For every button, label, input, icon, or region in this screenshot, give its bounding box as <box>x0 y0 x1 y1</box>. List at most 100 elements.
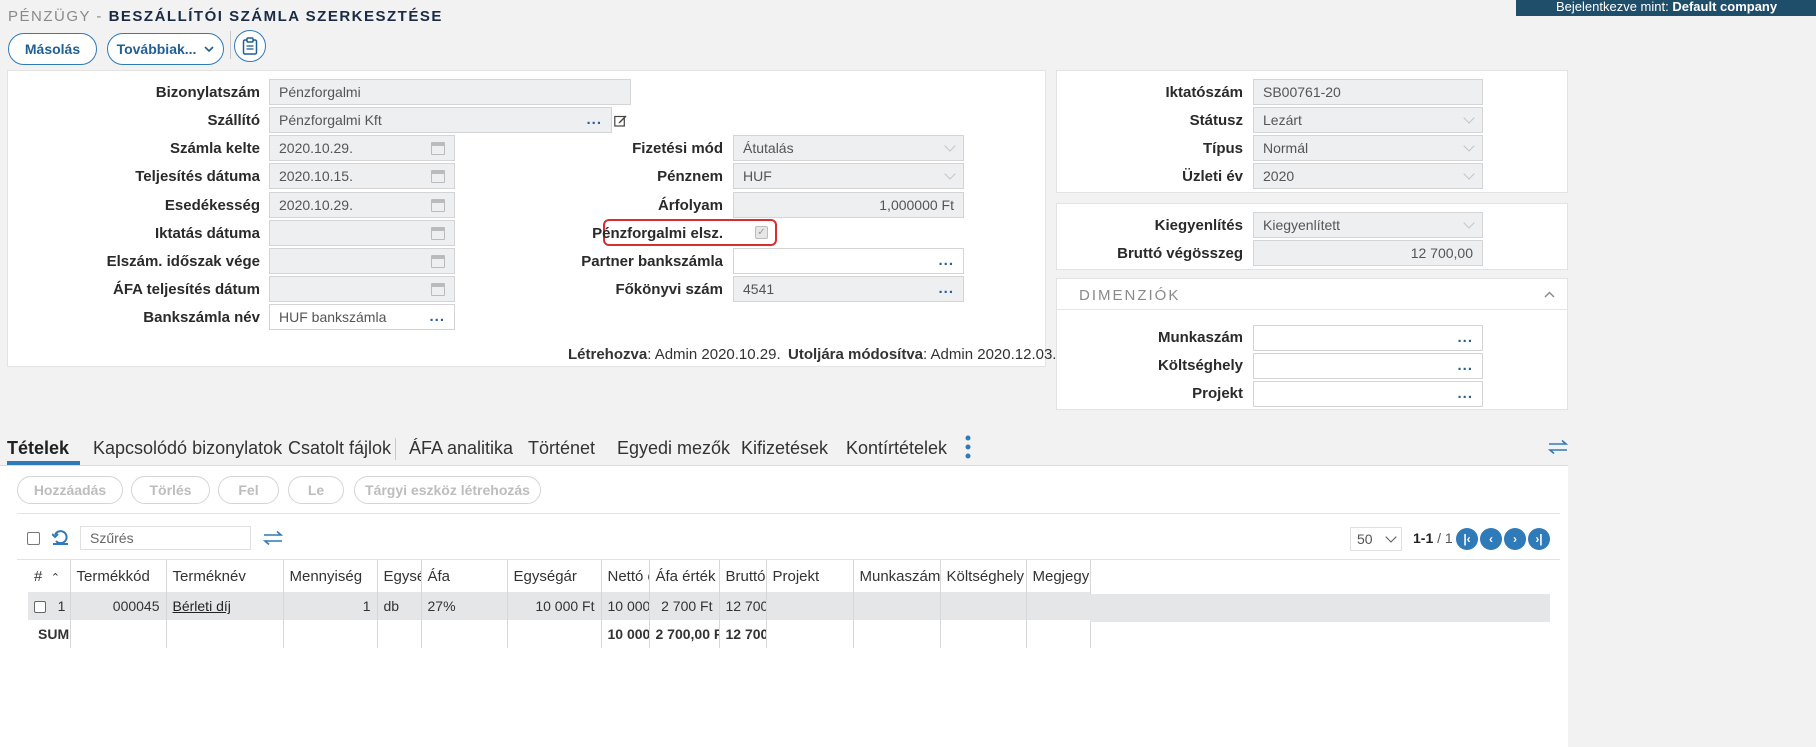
fokonyvi-szam-field[interactable]: 4541... <box>733 276 964 302</box>
calendar-icon[interactable] <box>431 198 445 212</box>
projekt-field[interactable]: ... <box>1253 381 1483 407</box>
column-header[interactable]: Megjegyz <box>1026 560 1091 592</box>
tab-afa-analitika[interactable]: ÁFA analitika <box>409 438 513 459</box>
column-header[interactable]: Termékkód <box>70 560 167 592</box>
column-swap-icon[interactable] <box>263 531 283 545</box>
uzleti-ev-label: Üzleti év <box>1182 168 1243 185</box>
column-header[interactable]: # ⌃ <box>28 560 71 592</box>
login-company: Default company <box>1672 0 1778 14</box>
more-actions-button[interactable]: Továbbiak... <box>107 33 224 65</box>
column-header[interactable]: Költséghely <box>940 560 1027 592</box>
calendar-icon[interactable] <box>431 169 445 183</box>
calendar-icon[interactable] <box>431 141 445 155</box>
kiegyenlites-select[interactable]: Kiegyenlített <box>1253 212 1483 238</box>
prev-page-button[interactable]: ‹ <box>1480 528 1502 550</box>
modified-label: Utoljára módosítva <box>788 346 924 363</box>
tipus-select[interactable]: Normál <box>1253 135 1483 161</box>
swap-icon[interactable] <box>1548 440 1568 454</box>
partner-bankszamla-field[interactable]: ... <box>733 248 964 274</box>
projekt-label: Projekt <box>1192 385 1243 402</box>
iktatoszam-field[interactable]: SB00761-20 <box>1253 79 1483 105</box>
column-header[interactable]: Egységár <box>507 560 602 592</box>
product-link[interactable]: Bérleti díj <box>173 598 231 614</box>
tab-kontirtetelek[interactable]: Kontírtételek <box>846 438 947 459</box>
lookup-dots-icon[interactable]: ... <box>938 281 954 296</box>
lookup-dots-icon[interactable]: ... <box>586 112 602 127</box>
filter-placeholder: Szűrés <box>90 530 134 546</box>
column-header[interactable]: Munkaszám <box>853 560 941 592</box>
afa-teljesites-datum-field[interactable] <box>269 276 455 302</box>
row-select-cell: 1 <box>28 592 71 620</box>
page-indicator: 1-1 / 1 <box>1413 530 1453 546</box>
tab-egyedi-mezok[interactable]: Egyedi mezők <box>617 438 730 459</box>
delete-item-button[interactable]: Törlés <box>131 476 210 504</box>
koltseghely-label: Költséghely <box>1157 357 1243 374</box>
calendar-icon[interactable] <box>431 226 445 240</box>
clipboard-button[interactable] <box>234 30 266 62</box>
select-all-checkbox[interactable] <box>27 532 40 545</box>
szallito-field[interactable]: Pénzforgalmi Kft... <box>269 107 612 133</box>
esedekesseg-value: 2020.10.29. <box>279 197 353 213</box>
esedekesseg-field[interactable]: 2020.10.29. <box>269 192 455 218</box>
column-header[interactable]: Bruttó <box>719 560 767 592</box>
munkaszam-field[interactable]: ... <box>1253 325 1483 351</box>
arfolyam-field[interactable]: 1,000000 Ft <box>733 192 964 218</box>
table-row[interactable]: 1 000045 Bérleti díj 1 db 27% 10 000 Ft … <box>28 592 1091 620</box>
dimensions-divider <box>1057 309 1567 310</box>
first-page-button[interactable]: |‹ <box>1456 528 1478 550</box>
lookup-dots-icon[interactable]: ... <box>1457 330 1473 345</box>
lookup-dots-icon[interactable]: ... <box>1457 358 1473 373</box>
create-asset-button[interactable]: Tárgyi eszköz létrehozás <box>354 476 541 504</box>
more-vertical-icon[interactable] <box>965 435 971 459</box>
sort-up-icon: ⌃ <box>50 571 60 584</box>
column-header[interactable]: Áfa <box>421 560 508 592</box>
tab-kapcsolodo-bizonylatok[interactable]: Kapcsolódó bizonylatok <box>93 438 282 459</box>
last-page-icon: ›| <box>1535 532 1543 546</box>
penzforgalmi-elsz-checkbox[interactable]: ✓ <box>755 226 768 239</box>
column-header[interactable]: Mennyiség <box>283 560 378 592</box>
chevron-down-icon <box>944 139 956 152</box>
koltseghely-field[interactable]: ... <box>1253 353 1483 379</box>
add-item-button[interactable]: Hozzáadás <box>17 476 123 504</box>
toolbar-divider <box>230 31 231 59</box>
elszam-idoszak-vege-field[interactable] <box>269 248 455 274</box>
tab-kifizetesek[interactable]: Kifizetések <box>741 438 828 459</box>
copy-button[interactable]: Másolás <box>8 33 97 65</box>
tab-tortenet[interactable]: Történet <box>528 438 595 459</box>
row-checkbox[interactable] <box>34 601 46 614</box>
move-down-button[interactable]: Le <box>288 476 344 504</box>
column-header[interactable]: Projekt <box>766 560 854 592</box>
brutto-vegosszeg-field[interactable]: 12 700,00 <box>1253 240 1483 266</box>
uzleti-ev-select[interactable]: 2020 <box>1253 163 1483 189</box>
next-page-button[interactable]: › <box>1504 528 1526 550</box>
edit-icon[interactable] <box>614 114 627 127</box>
teljesites-datuma-field[interactable]: 2020.10.15. <box>269 163 455 189</box>
filter-input[interactable]: Szűrés <box>80 526 251 550</box>
column-header[interactable]: Terméknév <box>166 560 284 592</box>
move-up-button[interactable]: Fel <box>218 476 279 504</box>
column-header[interactable]: Áfa érték <box>649 560 720 592</box>
lookup-dots-icon[interactable]: ... <box>1457 386 1473 401</box>
page-size-select[interactable]: 50 <box>1350 527 1402 551</box>
chevron-up-icon[interactable] <box>1544 291 1555 298</box>
penznem-select[interactable]: HUF <box>733 163 964 189</box>
fizetesi-mod-select[interactable]: Átutalás <box>733 135 964 161</box>
statusz-select[interactable]: Lezárt <box>1253 107 1483 133</box>
calendar-icon[interactable] <box>431 254 445 268</box>
tab-tetelek[interactable]: Tételek <box>7 438 69 459</box>
lookup-dots-icon[interactable]: ... <box>938 253 954 268</box>
arfolyam-value: 1,000000 Ft <box>879 197 954 213</box>
bizonylatszam-field[interactable]: Pénzforgalmi <box>269 79 631 105</box>
bankszamla-nev-field[interactable]: HUF bankszámla... <box>269 304 455 330</box>
szamla-kelte-field[interactable]: 2020.10.29. <box>269 135 455 161</box>
refresh-icon[interactable] <box>52 528 70 546</box>
tab-divider <box>395 438 396 460</box>
tab-csatolt-fajlok[interactable]: Csatolt fájlok <box>288 438 391 459</box>
column-header[interactable]: Egység <box>377 560 422 592</box>
iktatas-datuma-field[interactable] <box>269 220 455 246</box>
last-page-button[interactable]: ›| <box>1528 528 1550 550</box>
calendar-icon[interactable] <box>431 282 445 296</box>
column-header[interactable]: Nettó é <box>601 560 650 592</box>
szamla-kelte-label: Számla kelte <box>169 140 260 157</box>
lookup-dots-icon[interactable]: ... <box>429 309 445 324</box>
